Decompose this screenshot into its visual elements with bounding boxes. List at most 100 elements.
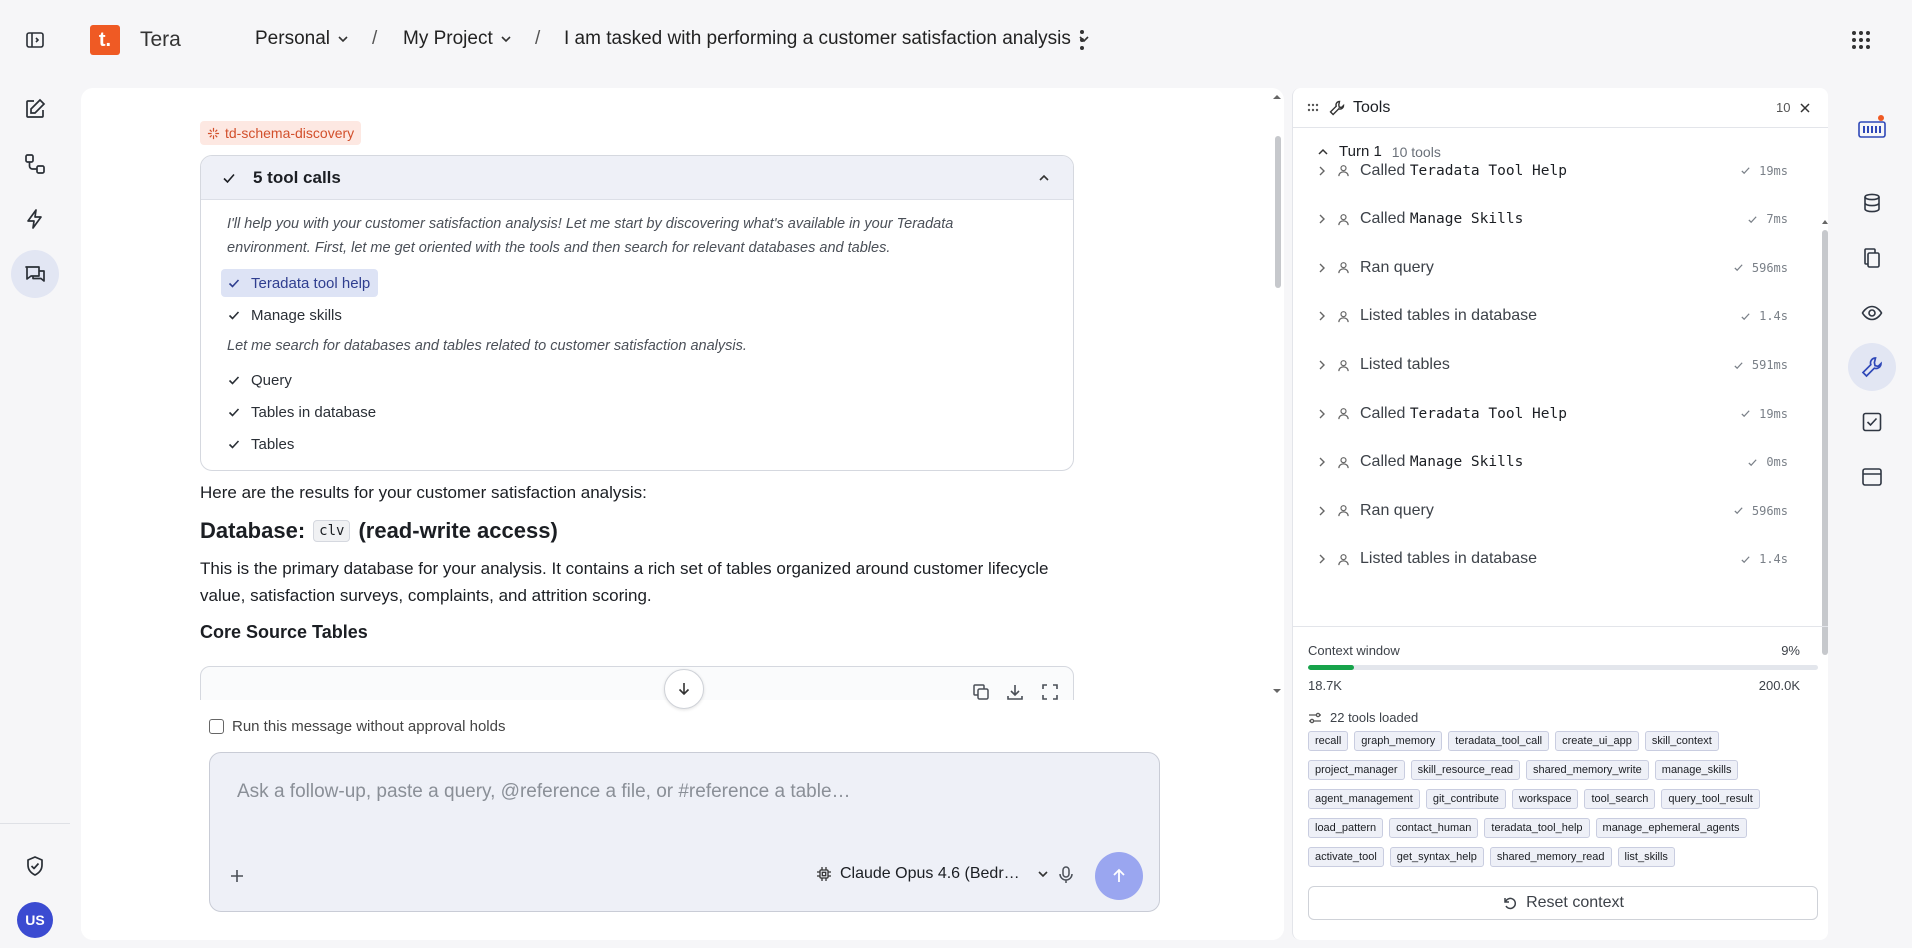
tool-call-duration-value: 19ms (1759, 163, 1788, 178)
tool-call-row[interactable]: Called Teradata Tool Help 19ms (1293, 151, 1823, 191)
tool-chip[interactable]: list_skills (1617, 847, 1675, 867)
tool-chip[interactable]: manage_skills (1654, 760, 1739, 780)
tool-call-row[interactable]: Ran query 596ms (1293, 491, 1823, 531)
approval-checkbox[interactable] (209, 719, 224, 734)
tool-calls-header[interactable]: 5 tool calls (201, 156, 1073, 200)
composer-placeholder[interactable]: Ask a follow-up, paste a query, @referen… (237, 781, 851, 803)
chevron-right-icon (1319, 457, 1325, 467)
check-icon (228, 376, 240, 385)
wrench-icon[interactable] (1848, 343, 1896, 391)
tool-calls-title: 5 tool calls (253, 167, 341, 187)
tool-call-duration: 19ms (1740, 164, 1788, 178)
tool-call-row[interactable]: Listed tables 591ms (1293, 345, 1823, 385)
skill-tag[interactable]: td-schema-discovery (200, 121, 362, 145)
copy-icon[interactable] (972, 683, 990, 701)
tool-chip[interactable]: get_syntax_help (1389, 847, 1484, 867)
plus-icon[interactable] (228, 867, 246, 885)
more-options-icon[interactable] (1078, 28, 1086, 52)
breadcrumb-workspace-label: Personal (255, 28, 330, 49)
chats-icon[interactable] (11, 250, 59, 298)
checkbox-icon[interactable] (1848, 398, 1896, 446)
breadcrumb-project[interactable]: My Project (403, 28, 513, 50)
workflow-icon[interactable] (11, 140, 59, 188)
tool-call-row[interactable]: Called Manage Skills 0ms (1293, 442, 1823, 482)
app-logo[interactable]: t. (90, 25, 120, 55)
user-icon (1338, 262, 1349, 274)
tool-chip[interactable]: teradata_tool_help (1484, 818, 1590, 838)
tool-call-row[interactable]: Ran query 596ms (1293, 248, 1823, 288)
scroll-thumb[interactable] (1275, 136, 1281, 288)
download-icon[interactable] (1006, 683, 1024, 701)
model-selector[interactable]: Claude Opus 4.6 (Bedr… (806, 857, 1060, 891)
files-icon[interactable] (1848, 234, 1896, 282)
sparkle-icon (207, 127, 220, 139)
status-bars-icon[interactable] (1848, 105, 1896, 153)
tool-item[interactable]: Teradata tool help (221, 269, 379, 297)
toggle-sidebar-icon[interactable] (11, 16, 59, 64)
eye-icon[interactable] (1848, 289, 1896, 337)
tool-item[interactable]: Query (221, 366, 300, 394)
check-icon (228, 440, 240, 449)
database-icon[interactable] (1848, 179, 1896, 227)
database-description: This is the primary database for your an… (200, 559, 1049, 605)
check-icon (1734, 361, 1743, 369)
breadcrumb-workspace[interactable]: Personal (255, 28, 350, 50)
skill-tag-label: td-schema-discovery (225, 125, 355, 141)
chat-scrollbar[interactable] (1270, 88, 1284, 698)
user-avatar[interactable]: US (17, 902, 53, 938)
tool-chip[interactable]: skill_resource_read (1410, 760, 1520, 780)
tool-item-label: Teradata tool help (251, 274, 371, 292)
tool-chip[interactable]: tool_search (1584, 789, 1656, 809)
tool-call-row[interactable]: Listed tables in database 1.4s (1293, 296, 1823, 336)
tool-item[interactable]: Manage skills (221, 301, 350, 329)
tool-chip[interactable]: contact_human (1389, 818, 1479, 838)
tool-call-prefix: Called (1360, 404, 1406, 422)
tool-chip[interactable]: teradata_tool_call (1448, 731, 1550, 751)
close-icon[interactable] (1799, 102, 1811, 114)
fullscreen-icon[interactable] (1041, 683, 1059, 701)
tool-item[interactable]: Tables (221, 430, 302, 458)
tool-chip[interactable]: agent_management (1308, 789, 1420, 809)
tool-chip[interactable]: git_contribute (1425, 789, 1506, 809)
user-icon (1338, 165, 1349, 177)
drag-handle-icon[interactable] (1307, 102, 1319, 114)
send-button[interactable] (1095, 852, 1143, 900)
tool-item[interactable]: Tables in database (221, 398, 384, 426)
user-icon (1338, 213, 1349, 225)
tool-item-label: Tables in database (251, 403, 377, 421)
tools-scrollbar[interactable] (1821, 130, 1828, 655)
tool-chip[interactable]: shared_memory_write (1525, 760, 1649, 780)
model-label: Claude Opus 4.6 (Bedr… (840, 865, 1020, 882)
scroll-up-arrow-icon[interactable] (1270, 92, 1284, 102)
reset-context-button[interactable]: Reset context (1308, 886, 1818, 920)
new-chat-icon[interactable] (11, 85, 59, 133)
tool-chip[interactable]: workspace (1511, 789, 1579, 809)
tool-chip[interactable]: project_manager (1308, 760, 1405, 780)
scroll-thumb[interactable] (1822, 230, 1828, 655)
message-composer[interactable]: Ask a follow-up, paste a query, @referen… (209, 752, 1160, 912)
tool-chip[interactable]: load_pattern (1308, 818, 1384, 838)
breadcrumb-chat[interactable]: I am tasked with performing a customer s… (564, 28, 1091, 50)
scroll-down-arrow-icon[interactable] (1270, 686, 1284, 696)
tool-chip[interactable]: shared_memory_read (1489, 847, 1612, 867)
chevron-up-icon[interactable] (1037, 171, 1051, 185)
tool-call-row[interactable]: Called Manage Skills 7ms (1293, 199, 1823, 239)
shield-check-icon[interactable] (11, 842, 59, 890)
tool-chip[interactable]: recall (1308, 731, 1349, 751)
tool-call-prefix: Ran query (1360, 258, 1434, 276)
lightning-icon[interactable] (11, 195, 59, 243)
tool-chip[interactable]: skill_context (1644, 731, 1719, 751)
tool-chip[interactable]: manage_ephemeral_agents (1595, 818, 1747, 838)
tool-chip[interactable]: query_tool_result (1661, 789, 1760, 809)
breadcrumb-separator: / (372, 28, 378, 49)
scroll-up-arrow-icon[interactable] (1821, 218, 1828, 226)
tool-call-row[interactable]: Called Teradata Tool Help 19ms (1293, 394, 1823, 434)
tool-chip[interactable]: activate_tool (1308, 847, 1384, 867)
approval-option[interactable]: Run this message without approval holds (209, 718, 506, 735)
scroll-down-button[interactable] (664, 669, 704, 709)
tool-chip[interactable]: graph_memory (1354, 731, 1443, 751)
microphone-icon[interactable] (1057, 865, 1075, 885)
browser-window-icon[interactable] (1848, 453, 1896, 501)
tool-chip[interactable]: create_ui_app (1555, 731, 1639, 751)
tool-call-row[interactable]: Listed tables in database 1.4s (1293, 539, 1823, 579)
